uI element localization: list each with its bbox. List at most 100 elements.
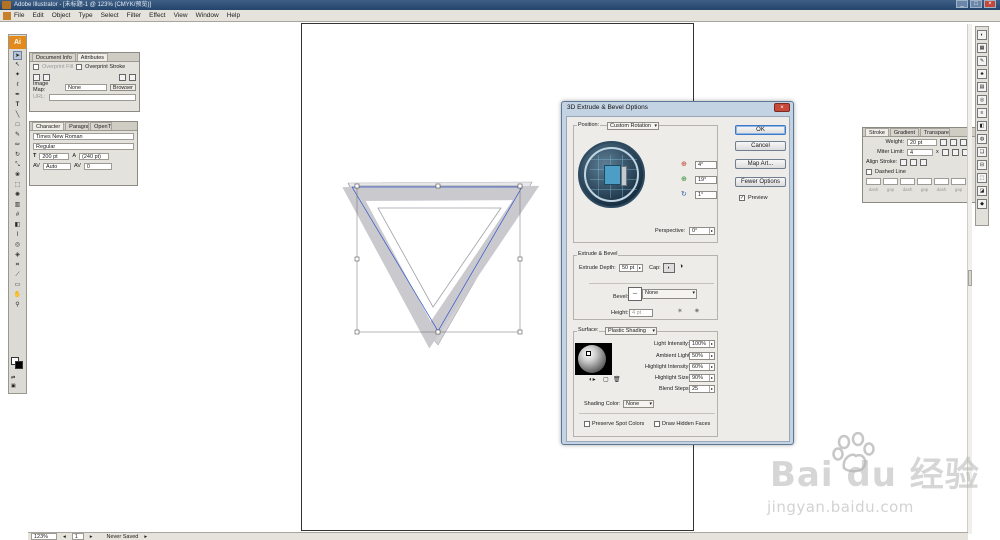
tracking-field[interactable]: 0	[83, 162, 112, 170]
extrude-depth-stepper-icon[interactable]: ▸	[637, 265, 642, 271]
font-family-select[interactable]: Times New Roman	[33, 132, 134, 140]
menu-effect[interactable]: Effect	[149, 12, 166, 19]
align-inside-icon[interactable]	[910, 158, 918, 166]
surface-select[interactable]: Plastic Shading	[605, 327, 657, 335]
column-graph-tool-icon[interactable]: ▥	[13, 201, 22, 210]
warp-tool-icon[interactable]: ❀	[13, 171, 22, 180]
color-panel-icon[interactable]: ◐	[977, 30, 987, 40]
position-select[interactable]: Custom Rotation	[607, 122, 659, 130]
x-rotation-field[interactable]: 4°	[695, 161, 717, 169]
menu-select[interactable]: Select	[101, 12, 119, 19]
layers-panel-icon[interactable]: ❏	[977, 147, 987, 157]
highlight-size-stepper-icon[interactable]: ▸	[709, 375, 714, 381]
ambient-light-field[interactable]: 50% ▸	[689, 352, 715, 360]
overprint-stroke-checkbox[interactable]	[76, 64, 83, 70]
dialog-close-button[interactable]: ×	[774, 103, 790, 112]
rotation-trackball[interactable]	[578, 141, 645, 208]
tab-character[interactable]: Character	[32, 122, 65, 130]
hide-center-icon[interactable]	[43, 73, 50, 81]
font-style-select[interactable]: Regular	[33, 142, 134, 150]
page-field[interactable]: 1	[71, 533, 84, 540]
leading-field[interactable]: (240 pt)	[79, 152, 110, 160]
dash-field-2[interactable]	[900, 178, 915, 185]
menu-file[interactable]: File	[14, 12, 24, 19]
menu-view[interactable]: View	[174, 12, 188, 19]
font-size-field[interactable]: 200 pt	[39, 152, 70, 160]
tab-gradient[interactable]: Gradient	[889, 128, 920, 136]
line-tool-icon[interactable]: ╲	[13, 111, 22, 120]
scrollbar-thumb[interactable]	[968, 270, 972, 286]
move-light-back-icon[interactable]: ◐▸	[589, 376, 596, 383]
projecting-cap-icon[interactable]	[960, 138, 967, 146]
scale-tool-icon[interactable]: ⤡	[13, 161, 22, 170]
handle-bm[interactable]	[435, 329, 441, 335]
bevel-out-icon[interactable]: ✶	[677, 307, 683, 315]
tab-opentype[interactable]: OpenType	[90, 122, 113, 130]
gradient-panel-icon[interactable]: ◧	[977, 121, 987, 131]
light-source-handle[interactable]	[586, 351, 591, 356]
handle-tl[interactable]	[354, 183, 360, 189]
new-light-icon[interactable]: ▢	[603, 376, 609, 383]
dash-field-3[interactable]	[934, 178, 949, 185]
bevel-select[interactable]: None	[642, 289, 697, 299]
handle-mr[interactable]	[517, 256, 523, 262]
handle-ml[interactable]	[354, 256, 360, 262]
highlight-intensity-field[interactable]: 60% ▸	[689, 363, 715, 371]
reverse-path-icon[interactable]	[119, 73, 126, 81]
eyedropper-tool-icon[interactable]: ⌇	[13, 231, 22, 240]
pathfinder-panel-icon[interactable]: ◪	[977, 186, 987, 196]
close-window-button[interactable]: ×	[984, 0, 996, 8]
align-panel-icon[interactable]: ⊟	[977, 160, 987, 170]
crop-tool-icon[interactable]: ⌗	[13, 261, 22, 270]
tab-transparency[interactable]: Transparency	[920, 128, 951, 136]
maximize-button[interactable]: □	[970, 0, 982, 8]
next-artboard-icon[interactable]: ▸	[90, 534, 93, 540]
tab-document-info[interactable]: Document Info	[32, 53, 76, 61]
preserve-spot-colors-checkbox[interactable]	[584, 421, 590, 427]
pencil-tool-icon[interactable]: ✏	[13, 141, 22, 150]
menu-type[interactable]: Type	[78, 12, 92, 19]
stroke-panel-icon[interactable]: ≡	[977, 108, 987, 118]
lasso-tool-icon[interactable]: ℓ	[13, 81, 22, 90]
height-field[interactable]: 4 pt	[629, 309, 653, 317]
status-menu-icon[interactable]: ▸	[144, 534, 147, 540]
selection-tool-icon[interactable]: ➤	[13, 51, 22, 60]
align-center-icon[interactable]	[900, 158, 908, 166]
magic-wand-tool-icon[interactable]: ✦	[13, 71, 22, 80]
menu-object[interactable]: Object	[52, 12, 71, 19]
tab-paragraph[interactable]: Paragraph	[65, 122, 90, 130]
gap-field-2[interactable]	[917, 178, 932, 185]
draw-hidden-faces-checkbox[interactable]	[654, 421, 660, 427]
handle-tr[interactable]	[517, 183, 523, 189]
first-artboard-icon[interactable]: ◂	[63, 534, 66, 540]
stroke-swatch[interactable]	[15, 361, 23, 369]
y-rotation-field[interactable]: 19°	[695, 176, 717, 184]
align-outside-icon[interactable]	[920, 158, 928, 166]
screen-mode-icon[interactable]: ▣	[11, 383, 16, 389]
shading-color-select[interactable]: None	[623, 400, 654, 408]
swatches-panel-icon[interactable]: ▦	[977, 43, 987, 53]
tab-attributes[interactable]: Attributes	[76, 53, 109, 61]
round-join-icon[interactable]	[951, 148, 959, 156]
navigator-panel-icon[interactable]: ◆	[977, 199, 987, 209]
extrude-depth-field[interactable]: 50 pt ▸	[619, 264, 643, 272]
menu-window[interactable]: Window	[196, 12, 219, 19]
highlight-size-field[interactable]: 90% ▸	[689, 374, 715, 382]
dashed-line-checkbox[interactable]	[866, 169, 872, 175]
preview-checkbox[interactable]: ✓	[739, 195, 745, 201]
blend-steps-stepper-icon[interactable]: ▸	[709, 386, 714, 392]
bevel-in-icon[interactable]: ✷	[694, 307, 700, 315]
slice-tool-icon[interactable]: ⟋	[13, 271, 22, 280]
transform-panel-icon[interactable]: ⬚	[977, 173, 987, 183]
zoom-tool-icon[interactable]: ⚲	[13, 301, 22, 310]
type-tool-icon[interactable]: T	[13, 101, 22, 110]
handle-bl[interactable]	[354, 329, 360, 335]
browser-button[interactable]: Browser	[109, 83, 136, 91]
z-rotation-field[interactable]: 1°	[695, 191, 717, 199]
rotate-tool-icon[interactable]: ↻	[13, 151, 22, 160]
symbols-panel-icon[interactable]: ♣	[977, 69, 987, 79]
transparency-panel-icon[interactable]: ◍	[977, 134, 987, 144]
cancel-button[interactable]: Cancel	[735, 141, 786, 151]
blend-steps-field[interactable]: 25 ▸	[689, 385, 715, 393]
perspective-stepper-icon[interactable]: ▸	[709, 228, 714, 234]
